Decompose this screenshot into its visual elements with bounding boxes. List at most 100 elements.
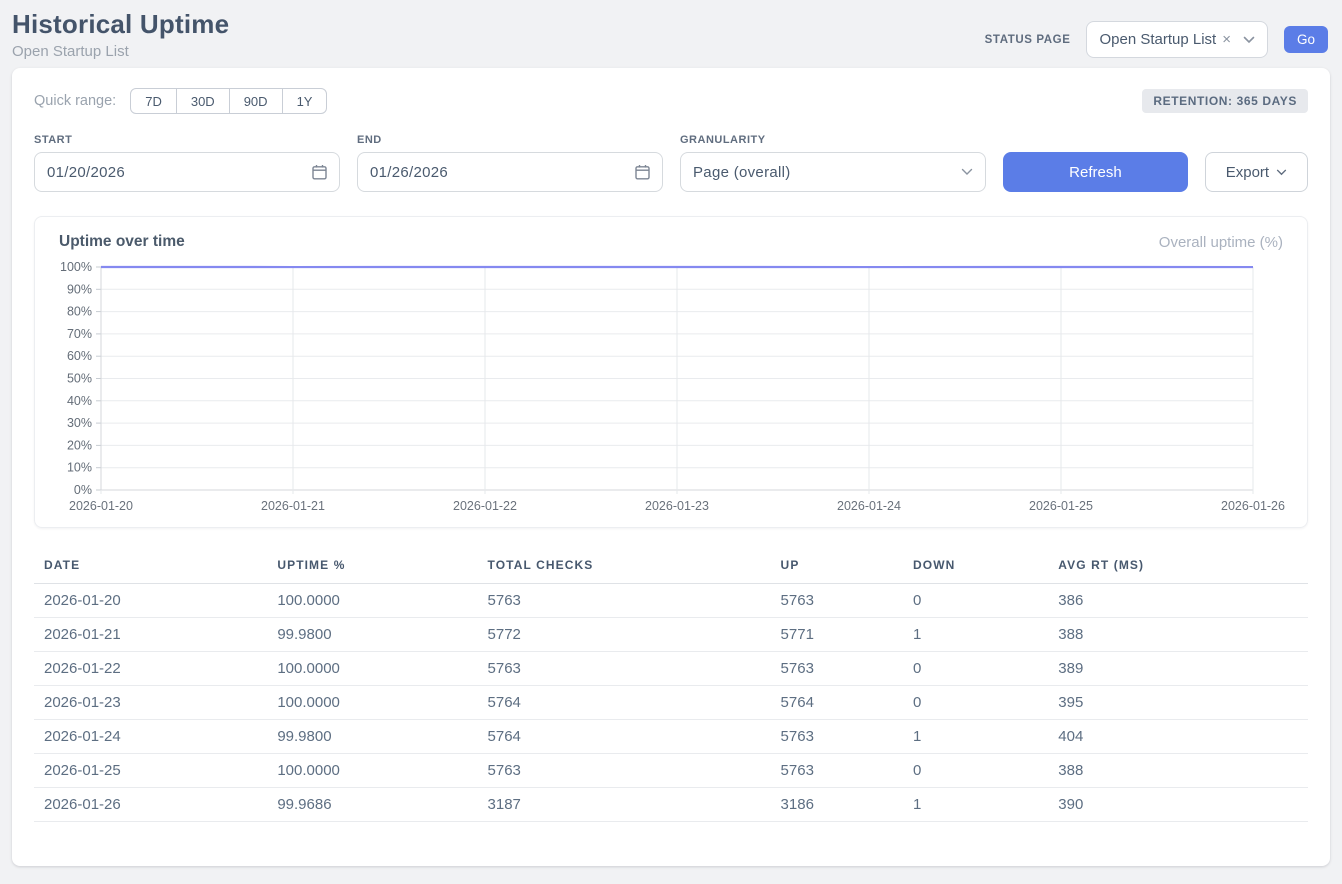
table-cell: 0 <box>913 584 1058 618</box>
table-cell: 0 <box>913 686 1058 720</box>
svg-text:2026-01-21: 2026-01-21 <box>261 499 325 513</box>
export-button-label: Export <box>1226 164 1269 181</box>
svg-text:10%: 10% <box>67 461 92 475</box>
table-cell: 5763 <box>488 652 781 686</box>
status-page-value: Open Startup List <box>1099 31 1216 48</box>
table-cell: 2026-01-24 <box>34 720 277 754</box>
table-cell: 0 <box>913 652 1058 686</box>
table-cell: 3186 <box>781 788 913 822</box>
title-block: Historical Uptime Open Startup List <box>12 9 229 60</box>
chart-title: Uptime over time <box>59 233 185 251</box>
end-date-value: 01/26/2026 <box>370 164 448 181</box>
clear-icon[interactable]: × <box>1222 32 1231 47</box>
table-cell: 386 <box>1058 584 1308 618</box>
retention-badge: RETENTION: 365 DAYS <box>1142 89 1308 113</box>
svg-text:0%: 0% <box>74 483 92 497</box>
quick-range-1y[interactable]: 1Y <box>282 88 328 114</box>
quick-range-row: Quick range: 7D30D90D1Y RETENTION: 365 D… <box>34 88 1308 114</box>
quick-range-group: 7D30D90D1Y <box>130 88 327 114</box>
table-cell: 3187 <box>488 788 781 822</box>
table-cell: 5764 <box>488 720 781 754</box>
svg-text:2026-01-20: 2026-01-20 <box>69 499 133 513</box>
table-cell: 1 <box>913 788 1058 822</box>
table-cell: 5771 <box>781 618 913 652</box>
page-subtitle: Open Startup List <box>12 43 229 60</box>
table-cell: 5763 <box>781 720 913 754</box>
table-cell: 5763 <box>781 754 913 788</box>
svg-text:60%: 60% <box>67 349 92 363</box>
svg-text:50%: 50% <box>67 372 92 386</box>
table-row: 2026-01-2699.9686318731861390 <box>34 788 1308 822</box>
granularity-select[interactable]: Page (overall) <box>680 152 986 192</box>
table-cell: 100.0000 <box>277 686 487 720</box>
column-header: AVG RT (MS) <box>1058 550 1308 584</box>
svg-text:20%: 20% <box>67 438 92 452</box>
uptime-chart: 0%10%20%30%40%50%60%70%80%90%100%2026-01… <box>59 261 1285 515</box>
page-title: Historical Uptime <box>12 9 229 40</box>
svg-text:40%: 40% <box>67 394 92 408</box>
svg-text:2026-01-25: 2026-01-25 <box>1029 499 1093 513</box>
column-header: UPTIME % <box>277 550 487 584</box>
end-label: END <box>357 134 663 146</box>
calendar-icon[interactable] <box>635 164 650 180</box>
granularity-label: GRANULARITY <box>680 134 986 146</box>
status-page-select[interactable]: Open Startup List × <box>1086 21 1268 58</box>
table-cell: 99.9800 <box>277 720 487 754</box>
table-header-row: DATEUPTIME %TOTAL CHECKSUPDOWNAVG RT (MS… <box>34 550 1308 584</box>
filter-controls-row: START 01/20/2026 END 01/26/2026 GRANULAR… <box>34 134 1308 192</box>
quick-range-90d[interactable]: 90D <box>229 88 283 114</box>
table-cell: 388 <box>1058 754 1308 788</box>
column-header: TOTAL CHECKS <box>488 550 781 584</box>
table-cell: 100.0000 <box>277 652 487 686</box>
export-button[interactable]: Export <box>1205 152 1308 192</box>
table-cell: 5764 <box>781 686 913 720</box>
table-cell: 5763 <box>781 652 913 686</box>
top-header: Historical Uptime Open Startup List STAT… <box>0 0 1342 66</box>
table-cell: 1 <box>913 720 1058 754</box>
quick-range-30d[interactable]: 30D <box>176 88 230 114</box>
start-label: START <box>34 134 340 146</box>
table-cell: 100.0000 <box>277 754 487 788</box>
table-row: 2026-01-2199.9800577257711388 <box>34 618 1308 652</box>
column-header: UP <box>781 550 913 584</box>
table-cell: 2026-01-23 <box>34 686 277 720</box>
table-cell: 100.0000 <box>277 584 487 618</box>
table-row: 2026-01-20100.0000576357630386 <box>34 584 1308 618</box>
svg-text:30%: 30% <box>67 416 92 430</box>
chevron-down-icon <box>961 168 973 176</box>
chevron-down-icon <box>1243 36 1255 44</box>
table-cell: 390 <box>1058 788 1308 822</box>
table-cell: 2026-01-21 <box>34 618 277 652</box>
table-row: 2026-01-25100.0000576357630388 <box>34 754 1308 788</box>
table-cell: 5764 <box>488 686 781 720</box>
quick-range-7d[interactable]: 7D <box>130 88 177 114</box>
chevron-down-icon <box>1276 169 1287 176</box>
granularity-value: Page (overall) <box>693 164 791 181</box>
table-cell: 99.9686 <box>277 788 487 822</box>
table-cell: 2026-01-25 <box>34 754 277 788</box>
calendar-icon[interactable] <box>312 164 327 180</box>
svg-text:2026-01-26: 2026-01-26 <box>1221 499 1285 513</box>
table-cell: 5763 <box>488 584 781 618</box>
table-cell: 395 <box>1058 686 1308 720</box>
table-cell: 5772 <box>488 618 781 652</box>
svg-text:80%: 80% <box>67 305 92 319</box>
uptime-table: DATEUPTIME %TOTAL CHECKSUPDOWNAVG RT (MS… <box>34 550 1308 822</box>
refresh-button[interactable]: Refresh <box>1003 152 1188 192</box>
start-date-input[interactable]: 01/20/2026 <box>34 152 340 192</box>
column-header: DOWN <box>913 550 1058 584</box>
table-cell: 2026-01-20 <box>34 584 277 618</box>
quick-range-label: Quick range: <box>34 93 116 109</box>
table-cell: 0 <box>913 754 1058 788</box>
table-cell: 1 <box>913 618 1058 652</box>
go-button[interactable]: Go <box>1284 26 1328 53</box>
svg-text:2026-01-22: 2026-01-22 <box>453 499 517 513</box>
start-date-value: 01/20/2026 <box>47 164 125 181</box>
end-date-input[interactable]: 01/26/2026 <box>357 152 663 192</box>
table-cell: 99.9800 <box>277 618 487 652</box>
svg-text:90%: 90% <box>67 282 92 296</box>
table-cell: 2026-01-22 <box>34 652 277 686</box>
svg-text:100%: 100% <box>60 261 92 274</box>
table-body: 2026-01-20100.00005763576303862026-01-21… <box>34 584 1308 822</box>
status-page-label: STATUS PAGE <box>985 34 1071 46</box>
